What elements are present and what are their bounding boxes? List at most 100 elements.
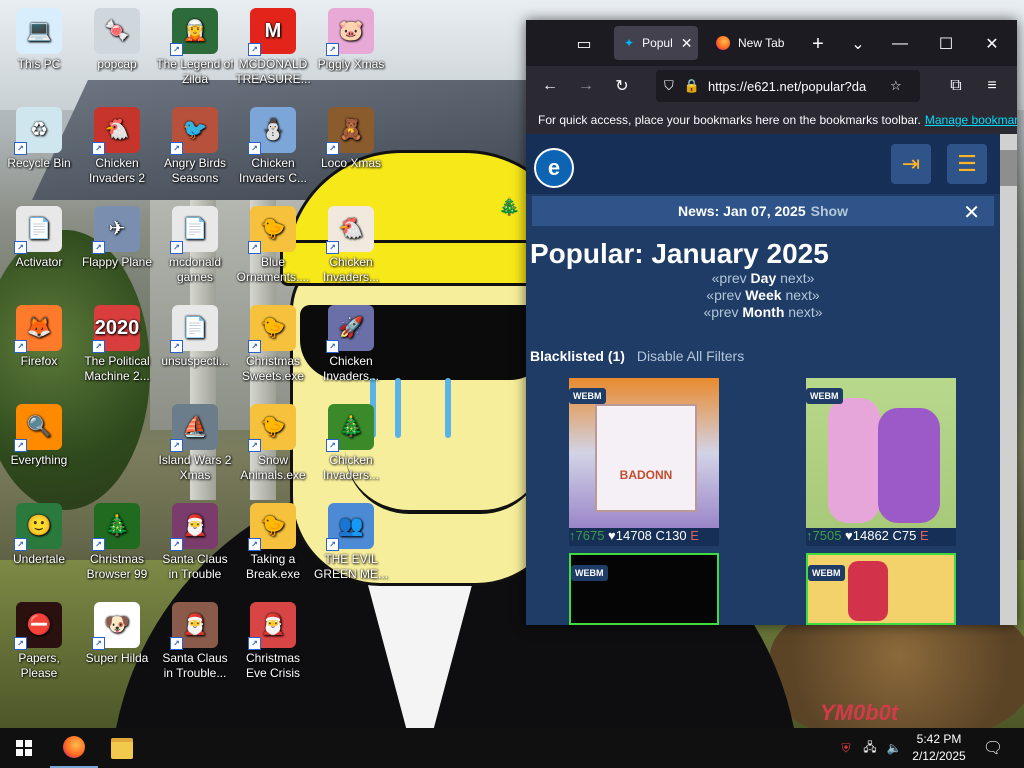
desktop-icon[interactable]: 🎅↗Santa Claus in Trouble... A... [156,596,234,681]
next-month-link[interactable]: next» [788,304,822,320]
desktop-icon[interactable]: 🐤 ↗ Taking a Break.exe [234,497,312,582]
tab-new-tab[interactable]: New Tab [708,26,798,60]
next-day-link[interactable]: next» [780,270,814,286]
lock-icon[interactable]: 🔒 [684,78,700,94]
login-icon[interactable]: ⇥ [891,144,931,184]
desktop-icon[interactable]: 👥 ↗ THE EVIL GREEN ME... [312,497,390,582]
desktop-icon[interactable]: ✈ ↗ Flappy Plane [78,200,156,270]
shortcut-arrow-icon: ↗ [92,241,105,254]
prev-day-link[interactable]: «prev [712,270,747,286]
desktop-icon[interactable]: 📄 ↗ unsuspecti... [156,299,234,369]
desktop-icon[interactable]: 📄 ↗ mcdonald games [156,200,234,285]
desktop-icon[interactable]: 🧝 ↗ The Legend of Zilda [156,2,234,87]
desktop-icon[interactable]: 🦊 ↗ Firefox [0,299,78,369]
maximize-icon[interactable]: ☐ [934,32,958,56]
back-arrow-icon[interactable]: ← [538,74,562,98]
taskbar-file-explorer-button[interactable] [98,728,146,768]
desktop-icon[interactable]: 🐔 ↗ Chicken Invaders... [312,200,390,285]
desktop-icon[interactable]: ⛄ ↗ Chicken Invaders C... [234,101,312,186]
desktop-icon-label: Chicken Invaders... [322,354,380,383]
desktop-icon[interactable]: 🐤 ↗ Snow Animals.exe [234,398,312,483]
scrollbar-thumb[interactable] [1000,150,1017,186]
post-thumbnail[interactable]: BADONN WEBM [569,378,719,528]
desktop-icon[interactable]: 🙂 ↗ Undertale [0,497,78,567]
bookmark-star-icon[interactable]: ☆ [890,78,902,94]
post-preview-image [828,398,880,523]
manage-bookmarks-link[interactable]: Manage bookmarks [925,113,1017,127]
desktop-icon-label: Christmas Browser 99 [86,552,148,581]
desktop-icon[interactable]: 🔍 ↗ Everything [0,398,78,468]
network-icon[interactable]: 🖧 [860,728,880,768]
desktop-icon[interactable]: 2020 ↗ The Political Machine 2... [78,299,156,384]
post-thumbnail[interactable]: WEBM [806,378,956,528]
firefox-view-icon[interactable]: ▭ [572,32,596,56]
desktop-icon-label: Island Wars 2 Xmas [158,453,232,482]
desktop-icon[interactable]: ♻ ↗ Recycle Bin [0,101,78,171]
disable-filters-link[interactable]: Disable All Filters [637,348,744,364]
prev-month-link[interactable]: «prev [703,304,738,320]
system-clock[interactable]: 5:42 PM 2/12/2025 [900,731,978,765]
shortcut-arrow-icon: ↗ [92,340,105,353]
minimize-icon[interactable]: — [888,32,912,56]
desktop-icon[interactable]: 🎄 ↗ Christmas Browser 99 [78,497,156,582]
period-label-month[interactable]: Month [742,304,784,320]
post-thumbnail[interactable]: WEBM [806,553,956,625]
extensions-icon[interactable]: ⧉ [944,74,968,98]
desktop-icon[interactable]: 🎅 ↗ Christmas Eve Crisis [234,596,312,681]
blacklisted-count[interactable]: Blacklisted (1) [530,348,625,364]
post-score: ↑7505 [806,528,842,543]
next-week-link[interactable]: next» [785,287,819,303]
prev-week-link[interactable]: «prev [706,287,741,303]
app-icon: ⛵ ↗ [170,404,218,452]
page-scrollbar[interactable] [1000,134,1017,625]
taskbar-firefox-button[interactable] [50,728,98,768]
desktop-icon[interactable]: 🎄 ↗ Chicken Invaders... [312,398,390,483]
desktop-icon[interactable]: 🍬 popcap [78,2,156,72]
desktop-icon[interactable]: 🎅 ↗ Santa Claus in Trouble [156,497,234,582]
reload-icon[interactable]: ↻ [610,74,634,98]
desktop-icon[interactable]: 🐤 ↗ Blue Ornaments.... [234,200,312,285]
desktop-icon[interactable]: 🐤 ↗ Christmas Sweets.exe [234,299,312,384]
period-label-day[interactable]: Day [751,270,777,286]
close-news-icon[interactable]: ✕ [963,200,980,225]
security-warning-icon[interactable]: ⛨ [836,728,856,768]
tab-close-icon[interactable]: ✕ [681,35,693,52]
app-menu-icon[interactable]: ≡ [980,74,1004,98]
shortcut-arrow-icon: ↗ [14,241,27,254]
tab-popular[interactable]: ✦ Popul ✕ [614,26,698,60]
desktop-icon-label: The Legend of Zilda [156,57,234,86]
tab-label: New Tab [738,36,785,50]
forward-arrow-icon[interactable]: → [574,74,598,98]
shortcut-arrow-icon: ↗ [92,538,105,551]
period-label-week[interactable]: Week [745,287,781,303]
desktop-icon[interactable]: 📄 ↗ Activator [0,200,78,270]
close-window-icon[interactable]: ✕ [980,32,1004,56]
address-bar[interactable]: ⛉ 🔒 https://e621.net/popular?da ☆ [656,70,920,102]
e621-logo[interactable]: e [534,148,574,188]
app-icon: 🐤 ↗ [248,503,296,551]
desktop-icon[interactable]: ⛵ ↗ Island Wars 2 Xmas [156,398,234,483]
webm-badge: WEBM [808,565,845,581]
desktop-icon[interactable]: 🧸 ↗ Loco Xmas [312,101,390,171]
desktop-icon[interactable]: 🐶 ↗ Super Hilda [78,596,156,666]
shield-icon[interactable]: ⛉ [664,78,674,94]
desktop-icon-label: Chicken Invaders C... [238,156,308,185]
desktop-icon[interactable]: 🐦 ↗ Angry Birds Seasons [156,101,234,186]
new-tab-plus-icon[interactable]: + [806,32,830,56]
hamburger-menu-icon[interactable]: ☰ [947,144,987,184]
desktop-icon[interactable]: 🐔 ↗ Chicken Invaders 2 [78,101,156,186]
notifications-icon[interactable]: 🗨 [978,728,1008,768]
start-button[interactable] [0,728,48,768]
desktop-icon[interactable]: ⛔ ↗ Papers, Please [0,596,78,681]
e621-favicon-icon: ✦ [624,36,635,50]
list-tabs-chevron-icon[interactable]: ⌄ [846,32,870,56]
desktop-icon[interactable]: M ↗ MCDONALD TREASURE... [234,2,312,87]
page-content: e ⇥ ☰ News: Jan 07, 2025 Show ✕ Popular:… [526,134,1017,625]
desktop-icon[interactable]: 🚀 ↗ Chicken Invaders... [312,299,390,384]
url-text[interactable]: https://e621.net/popular?da [708,79,884,94]
news-show-link[interactable]: Show [811,203,848,219]
desktop-icon[interactable]: 💻 This PC [0,2,78,72]
post-thumbnail[interactable]: WEBM [569,553,719,625]
desktop-icon-label: Recycle Bin [7,156,71,170]
desktop-icon[interactable]: 🐷 ↗ Piggly Xmas [312,2,390,72]
